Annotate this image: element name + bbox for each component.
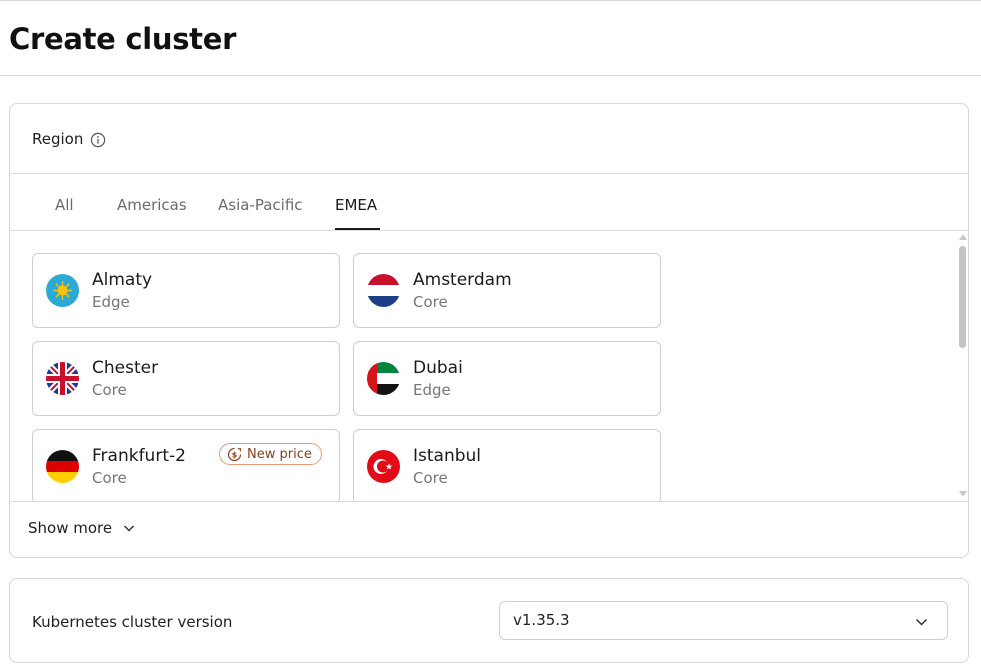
chevron-down-icon bbox=[124, 525, 135, 532]
location-type: Core bbox=[92, 469, 127, 487]
location-list[interactable]: Almaty Edge Amsterdam Core Chester Core … bbox=[10, 231, 968, 501]
tab-all[interactable]: All bbox=[55, 196, 74, 214]
location-card-chester[interactable]: Chester Core bbox=[32, 341, 340, 416]
tab-asia-pacific[interactable]: Asia-Pacific bbox=[218, 196, 303, 214]
location-type: Edge bbox=[92, 293, 130, 311]
location-type: Core bbox=[92, 381, 127, 399]
turkey-flag-icon bbox=[367, 450, 400, 483]
title-divider bbox=[0, 75, 981, 76]
price-tag-icon: $ bbox=[227, 447, 242, 461]
uae-flag-icon bbox=[367, 362, 400, 395]
show-more-button[interactable]: Show more bbox=[28, 519, 136, 537]
chevron-down-icon bbox=[915, 618, 928, 626]
uk-flag-icon bbox=[46, 362, 79, 395]
kubernetes-version-card: Kubernetes cluster version v1.35.3 bbox=[9, 578, 969, 663]
new-price-badge: $ New price bbox=[219, 443, 322, 465]
location-card-frankfurt-2[interactable]: Frankfurt-2 Core $ New price bbox=[32, 429, 340, 501]
info-icon[interactable] bbox=[90, 132, 106, 148]
location-name: Chester bbox=[92, 358, 159, 378]
location-name: Almaty bbox=[92, 270, 153, 290]
location-type: Edge bbox=[413, 381, 451, 399]
region-header: Region bbox=[10, 104, 968, 174]
location-name: Istanbul bbox=[413, 446, 482, 466]
kazakhstan-flag-icon bbox=[46, 274, 79, 307]
kubernetes-version-select[interactable]: v1.35.3 bbox=[499, 601, 948, 640]
page-title: Create cluster bbox=[9, 22, 237, 56]
region-footer: Show more bbox=[10, 501, 968, 557]
location-type: Core bbox=[413, 293, 448, 311]
region-card: Region All Americas Asia-Pacific EMEA Al… bbox=[9, 103, 969, 558]
show-more-label: Show more bbox=[28, 519, 113, 537]
germany-flag-icon bbox=[46, 450, 79, 483]
location-card-dubai[interactable]: Dubai Edge bbox=[353, 341, 661, 416]
region-label: Region bbox=[32, 130, 84, 148]
location-card-amsterdam[interactable]: Amsterdam Core bbox=[353, 253, 661, 328]
scroll-up-arrow-icon[interactable] bbox=[959, 234, 967, 240]
active-tab-indicator bbox=[335, 228, 380, 230]
top-border bbox=[0, 0, 981, 1]
location-list-scrollbar[interactable] bbox=[957, 231, 968, 501]
kubernetes-version-value: v1.35.3 bbox=[513, 611, 570, 629]
location-type: Core bbox=[413, 469, 448, 487]
scroll-thumb[interactable] bbox=[959, 246, 966, 348]
tab-emea[interactable]: EMEA bbox=[335, 196, 377, 214]
netherlands-flag-icon bbox=[367, 274, 400, 307]
svg-text:$: $ bbox=[232, 450, 238, 459]
location-name: Amsterdam bbox=[413, 270, 512, 290]
location-name: Dubai bbox=[413, 358, 463, 378]
kubernetes-version-label: Kubernetes cluster version bbox=[32, 613, 233, 631]
badge-label: New price bbox=[247, 446, 312, 462]
location-name: Frankfurt-2 bbox=[92, 446, 186, 466]
location-card-istanbul[interactable]: Istanbul Core bbox=[353, 429, 661, 501]
scroll-down-arrow-icon[interactable] bbox=[959, 491, 967, 497]
tab-americas[interactable]: Americas bbox=[117, 196, 187, 214]
location-card-almaty[interactable]: Almaty Edge bbox=[32, 253, 340, 328]
region-tabs: All Americas Asia-Pacific EMEA bbox=[10, 174, 968, 231]
